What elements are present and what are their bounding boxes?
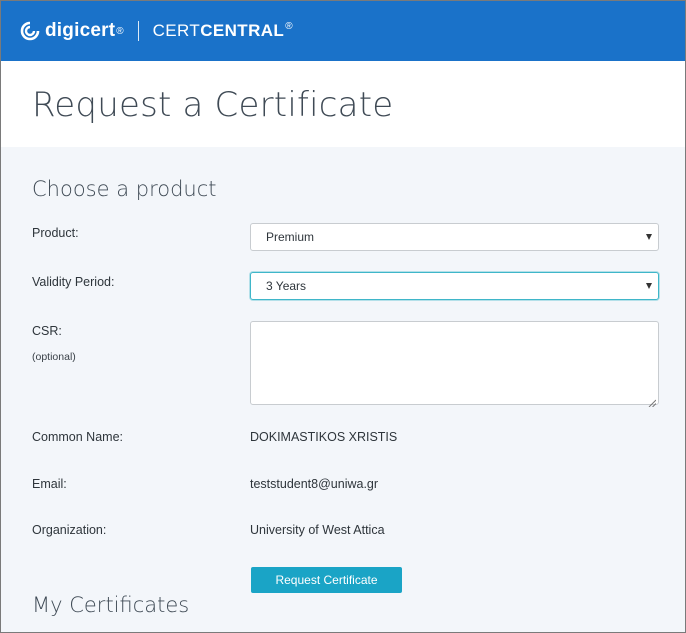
logo-text: digicert <box>45 20 116 41</box>
csr-optional-hint: (optional) <box>32 351 76 363</box>
page-title: Request a Certificate <box>32 85 394 125</box>
validity-period-label: Validity Period: <box>32 275 115 289</box>
common-name-label: Common Name: <box>32 430 123 444</box>
certcentral-brand[interactable]: CERTCENTRAL® <box>153 21 293 41</box>
chevron-down-icon <box>646 234 652 240</box>
header-divider <box>137 21 139 41</box>
my-certificates-heading: My Certificates <box>32 593 190 617</box>
csr-label: CSR: <box>32 324 62 338</box>
page-title-band: Request a Certificate <box>1 61 685 147</box>
email-value: teststudent8@uniwa.gr <box>250 477 379 491</box>
logo-registered-mark: ® <box>116 25 124 37</box>
digicert-logo[interactable]: digicert ® <box>19 20 124 42</box>
organization-value: University of West Attica <box>250 523 385 537</box>
validity-period-select[interactable]: 3 Years <box>250 272 659 300</box>
csr-textarea[interactable] <box>250 321 659 408</box>
resize-handle-icon[interactable] <box>648 394 657 408</box>
common-name-value: DOKIMASTIKOS XRISTIS <box>250 430 398 444</box>
brand-registered-mark: ® <box>285 21 293 33</box>
digicert-logo-icon <box>19 20 41 42</box>
email-label: Email: <box>32 477 67 491</box>
organization-label: Organization: <box>32 523 107 537</box>
validity-period-selected-value: 3 Years <box>266 279 307 293</box>
brand-name-light: CERT <box>152 21 201 40</box>
product-select[interactable]: Premium <box>250 223 659 251</box>
product-selected-value: Premium <box>266 230 315 244</box>
brand-name-bold: CENTRAL <box>200 21 285 40</box>
request-certificate-button[interactable]: Request Certificate <box>251 567 402 593</box>
chevron-down-icon <box>646 283 652 289</box>
choose-product-heading: Choose a product <box>32 177 217 201</box>
product-label: Product: <box>32 226 79 240</box>
top-navigation-bar: digicert ® CERTCENTRAL® <box>1 1 685 61</box>
